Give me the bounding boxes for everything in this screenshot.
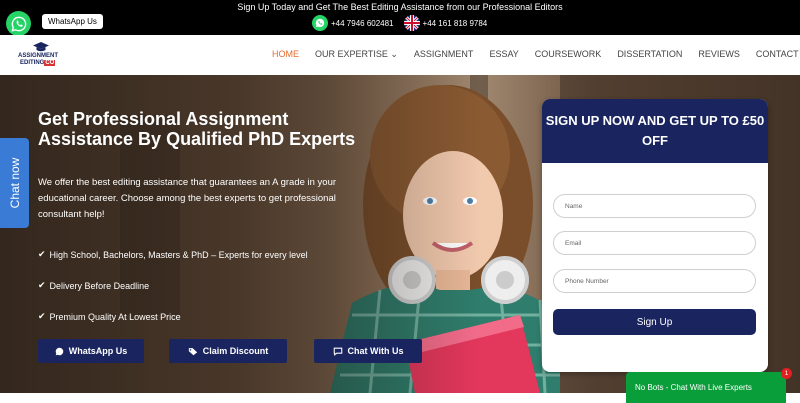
uk-phone-number: +44 161 818 9784 (422, 18, 488, 28)
nav-item-contact[interactable]: CONTACT (756, 49, 799, 60)
feature-text: Premium Quality At Lowest Price (49, 311, 181, 322)
hero-title: Get Professional Assignment Assistance B… (38, 109, 356, 149)
logo-text-line1: ASSIGNMENT (18, 53, 59, 59)
whatsapp-icon (312, 15, 328, 31)
nav-item-assignment[interactable]: ASSIGNMENT (414, 49, 474, 60)
whatsapp-us-label: WhatsApp Us (68, 346, 128, 356)
phone-number-field[interactable]: Phone Number (553, 269, 756, 293)
uk-flag-icon (403, 15, 420, 31)
main-nav: HOME OUR EXPERTISE ⌄ ASSIGNMENT ESSAY CO… (272, 49, 799, 60)
nav-item-home[interactable]: HOME (272, 49, 299, 60)
graduation-cap-icon (33, 42, 49, 52)
hero-description: We offer the best editing assistance tha… (38, 177, 337, 220)
claim-discount-label: Claim Discount (202, 346, 269, 356)
feature-item: ✔ Premium Quality At Lowest Price (38, 301, 308, 332)
top-bar: Sign Up Today and Get The Best Editing A… (0, 0, 800, 35)
nav-item-our-expertise[interactable]: OUR EXPERTISE ⌄ (315, 49, 398, 60)
nav-item-essay[interactable]: ESSAY (489, 49, 518, 60)
tag-icon (188, 347, 197, 355)
signup-heading: SIGN UP NOW AND GET UP TO £50 OFF (542, 99, 768, 163)
logo-text-editing: EDITING (20, 60, 45, 66)
whatsapp-phone-link[interactable]: +44 7946 602481 (312, 15, 394, 31)
whatsapp-tooltip[interactable]: WhatsApp Us (42, 14, 103, 29)
chat-with-us-label: Chat With Us (347, 346, 404, 356)
name-field[interactable]: Name (553, 194, 756, 218)
check-icon: ✔ (38, 249, 46, 259)
feature-list: ✔ High School, Bachelors, Masters & PhD –… (38, 239, 308, 332)
sign-up-button[interactable]: Sign Up (553, 309, 756, 335)
whatsapp-phone-number: +44 7946 602481 (331, 18, 394, 28)
notification-badge: 1 (781, 368, 792, 379)
feature-item: ✔ High School, Bachelors, Masters & PhD –… (38, 239, 308, 270)
check-icon: ✔ (38, 280, 46, 290)
chat-bubble-icon (333, 347, 342, 356)
chat-now-tab[interactable]: Chat now (0, 138, 29, 228)
nav-item-coursework[interactable]: COURSEWORK (535, 49, 602, 60)
whatsapp-float-button[interactable] (6, 11, 31, 36)
chat-now-label: Chat now (7, 157, 22, 209)
chat-with-us-button[interactable]: Chat With Us (314, 339, 422, 363)
feature-text: High School, Bachelors, Masters & PhD – … (49, 249, 308, 260)
whatsapp-us-button[interactable]: WhatsApp Us (38, 339, 144, 363)
signup-form: SIGN UP NOW AND GET UP TO £50 OFF Name E… (542, 99, 768, 372)
chevron-down-icon: ⌄ (390, 49, 398, 59)
nav-item-reviews[interactable]: REVIEWS (698, 49, 740, 60)
feature-item: ✔ Delivery Before Deadline (38, 270, 308, 301)
claim-discount-button[interactable]: Claim Discount (169, 339, 287, 363)
nav-item-dissertation[interactable]: DISSERTATION (617, 49, 682, 60)
site-logo[interactable]: ASSIGNMENT EDITINGCO (18, 42, 64, 70)
logo-text-co: CO (44, 60, 56, 66)
whatsapp-icon (10, 16, 26, 32)
email-field[interactable]: Email (553, 231, 756, 255)
check-icon: ✔ (38, 311, 46, 321)
site-header: ASSIGNMENT EDITINGCO HOME OUR EXPERTISE … (0, 35, 800, 75)
nav-item-our-expertise-label: OUR EXPERTISE (315, 49, 388, 59)
whatsapp-icon (55, 347, 63, 355)
logo-text-line2: EDITINGCO (20, 60, 56, 66)
uk-phone-link[interactable]: +44 161 818 9784 (403, 15, 488, 31)
live-chat-bar[interactable]: No Bots - Chat With Live Experts (626, 372, 786, 403)
feature-text: Delivery Before Deadline (49, 280, 150, 291)
announcement-text: Sign Up Today and Get The Best Editing A… (237, 2, 563, 12)
contact-phones: +44 7946 602481 +44 161 818 9784 (312, 15, 487, 31)
